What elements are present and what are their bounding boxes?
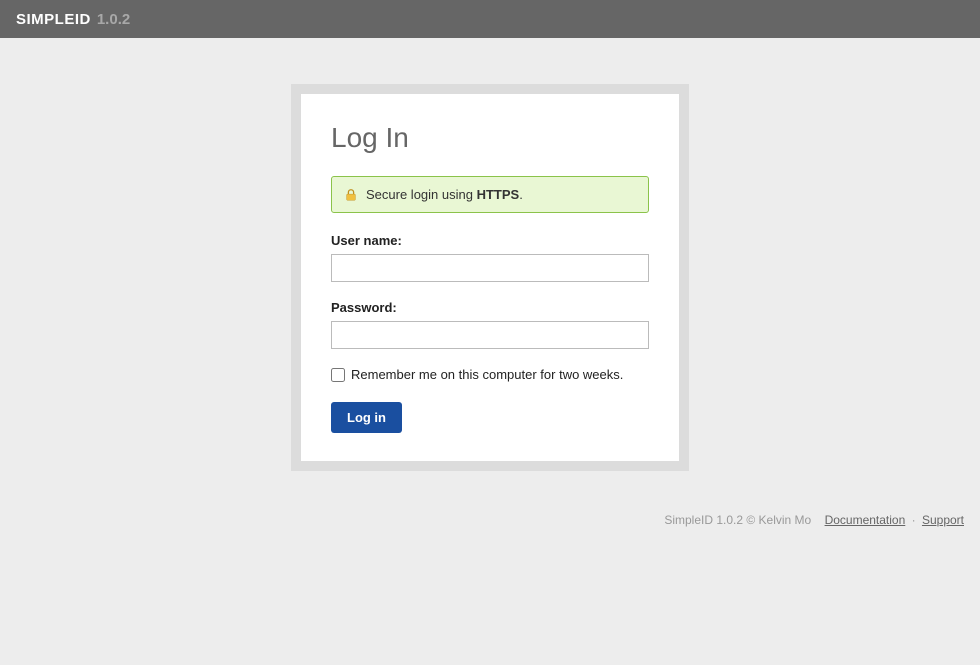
lock-icon — [344, 188, 358, 202]
username-group: User name: — [331, 233, 649, 282]
support-link[interactable]: Support — [922, 513, 964, 527]
secure-text: Secure login using HTTPS. — [366, 187, 523, 202]
secure-notice: Secure login using HTTPS. — [331, 176, 649, 213]
login-panel: Log In Secure login using HTTPS. User na… — [301, 94, 679, 461]
secure-prefix: Secure login using — [366, 187, 477, 202]
footer: SimpleID 1.0.2 © Kelvin Mo Documentation… — [0, 471, 980, 527]
header-bar: SIMPLEID 1.0.2 — [0, 0, 980, 38]
footer-separator: · — [912, 513, 916, 527]
remember-row: Remember me on this computer for two wee… — [331, 367, 649, 382]
login-container: Log In Secure login using HTTPS. User na… — [291, 84, 689, 471]
secure-https: HTTPS — [477, 187, 520, 202]
footer-copyright: SimpleID 1.0.2 © Kelvin Mo — [664, 513, 811, 527]
version-label: 1.0.2 — [97, 11, 130, 28]
username-input[interactable] — [331, 254, 649, 282]
password-input[interactable] — [331, 321, 649, 349]
secure-suffix: . — [519, 187, 523, 202]
remember-label: Remember me on this computer for two wee… — [351, 367, 623, 382]
password-label: Password: — [331, 300, 649, 315]
username-label: User name: — [331, 233, 649, 248]
brand-name: SIMPLEID — [16, 11, 91, 28]
login-button[interactable]: Log in — [331, 402, 402, 433]
documentation-link[interactable]: Documentation — [825, 513, 906, 527]
remember-checkbox[interactable] — [331, 368, 345, 382]
page-title: Log In — [331, 122, 649, 154]
password-group: Password: — [331, 300, 649, 349]
